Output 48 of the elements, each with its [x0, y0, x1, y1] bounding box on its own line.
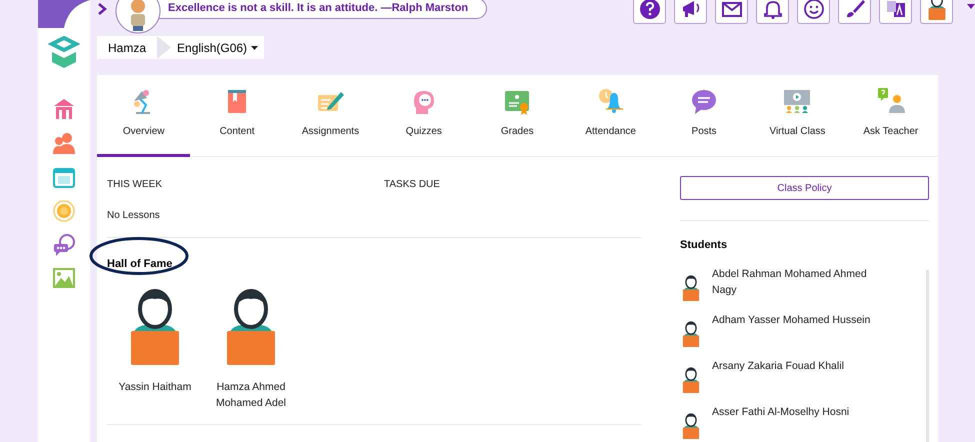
help-icon[interactable]: [633, 0, 666, 24]
course-dropdown[interactable]: English(G06): [171, 36, 264, 59]
brush-icon[interactable]: [838, 0, 871, 24]
section-heading: THIS WEEK: [107, 178, 164, 192]
student-avatar-icon: [680, 274, 702, 300]
nav-tab[interactable]: Virtual Class: [750, 75, 844, 157]
people-icon[interactable]: [53, 132, 75, 154]
caret-icon[interactable]: [967, 4, 975, 9]
section-heading: TASKS DUE: [384, 178, 440, 192]
nav-tab[interactable]: Content: [190, 75, 284, 157]
hall-of-fame-heading: Hall of Fame: [107, 257, 174, 272]
speech-bubble-icon: [690, 87, 718, 115]
student-name[interactable]: Abdel Rahman Mohamed Ahmed Nagy: [712, 266, 872, 298]
translate-icon[interactable]: [879, 0, 912, 24]
breadcrumb-separator: [157, 36, 172, 59]
expand-icon[interactable]: [97, 2, 107, 16]
avatar-button[interactable]: [920, 0, 953, 24]
breadcrumb-user[interactable]: Hamza: [97, 38, 158, 56]
student-name[interactable]: Yassin Haitham: [118, 378, 192, 394]
nav-tab[interactable]: Attendance: [564, 75, 658, 157]
smiley-icon[interactable]: [797, 0, 830, 24]
student-name[interactable]: Arsany Zakaria Fouad Khalil: [712, 358, 872, 374]
corner-logo-icon: [38, 0, 90, 28]
empty-message: No Lessons: [107, 209, 161, 223]
student-name[interactable]: Asser Fathi Al-Moselhy Hosni: [712, 404, 872, 420]
nav-tab[interactable]: Grades: [470, 75, 564, 157]
caret-icon: [251, 46, 258, 50]
video-class-icon: [783, 87, 812, 115]
student-avatar-icon: [680, 366, 702, 392]
student-name[interactable]: Adham Yasser Mohamed Hussein: [712, 312, 872, 328]
mail-icon[interactable]: [715, 0, 748, 24]
chat-icon[interactable]: [53, 234, 75, 256]
bell-icon[interactable]: [756, 0, 789, 24]
megaphone-icon[interactable]: [674, 0, 707, 24]
clock-bell-icon: [596, 87, 625, 115]
mascot-icon: [115, 0, 161, 34]
ask-question-icon: [876, 87, 905, 115]
nav-tab[interactable]: Posts: [657, 75, 751, 157]
school-icon[interactable]: [53, 98, 75, 120]
nav-tab[interactable]: Ask Teacher: [844, 75, 938, 157]
nav-tab[interactable]: Assignments: [284, 75, 378, 157]
students-heading: Students: [680, 238, 728, 253]
nav-tab[interactable]: Overview: [97, 75, 190, 157]
student-avatar-icon: [680, 320, 702, 346]
student-name[interactable]: Hamza Ahmed Mohamed Adel: [203, 378, 299, 410]
nav-tab[interactable]: Quizzes: [377, 75, 471, 157]
student-avatar-icon: [680, 412, 702, 438]
class-policy-button[interactable]: Class Policy: [680, 176, 929, 200]
